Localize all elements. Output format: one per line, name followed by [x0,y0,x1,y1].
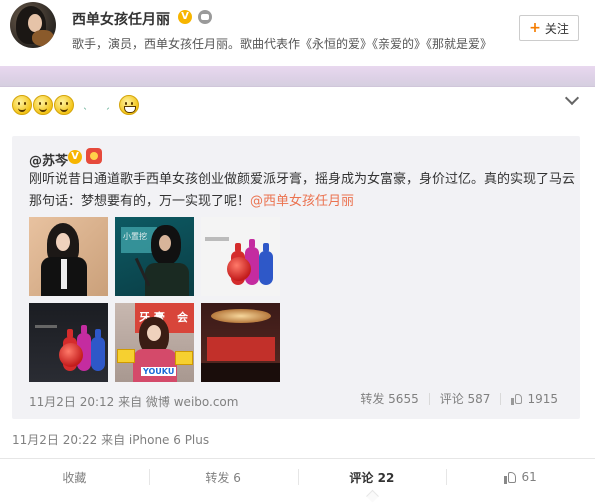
like-label: 61 [521,470,537,484]
verified-icon: V [68,150,82,164]
action-bar: 收藏 转发 6 评论 22 61 [0,458,595,495]
post-emoji-row: ˎ ˏ [12,93,139,117]
small-mark-icon: ˎ [83,99,88,110]
image-thumbnail[interactable] [29,303,108,382]
like-button[interactable]: 61 [446,459,595,495]
thumbnail-logo-text: YOUKU [141,367,177,376]
follow-label: 关注 [544,21,569,36]
repost-username[interactable]: @苏芩 [29,150,68,169]
favorite-label: 收藏 [62,470,87,485]
thumbs-up-icon [504,471,517,484]
medal-icon[interactable] [86,148,102,164]
thumbs-up-icon [511,393,523,405]
follow-button[interactable]: + 关注 [519,15,579,41]
smile-emoji-icon [33,95,53,115]
image-thumbnail[interactable] [201,303,280,382]
repost-timestamp[interactable]: 11月2日 20:12 来自 微博 weibo.com [29,393,238,410]
favorite-button[interactable]: 收藏 [0,459,149,495]
thumbnail-banner-text-2: 会 [177,311,188,324]
avatar-guitar [32,30,54,46]
image-thumbnail[interactable]: 牙 膏 会 YOUKU [115,303,194,382]
plus-icon: + [529,20,541,36]
post-header: 西单女孩任月丽 V 歌手，演员，西单女孩任月丽。歌曲代表作《永恒的爱》《亲爱的》… [0,0,595,66]
comment-count: 评论 587 [439,392,491,406]
repost-button[interactable]: 转发 6 [148,459,298,495]
repost-count-link[interactable]: 转发 5655 [350,393,428,405]
image-thumbnail[interactable] [29,217,108,296]
repost-label: 转发 6 [205,470,241,485]
smile-emoji-icon [54,95,74,115]
image-thumbnail[interactable]: 小置挖 [115,217,194,296]
repost-stats: 转发 5655 评论 587 1915 [350,393,568,405]
repost-card: @苏芩 V 刚听说昔日通道歌手西单女孩创业做颜爱派牙膏，摇身成为女富豪，身价过亿… [12,136,580,419]
post-timestamp[interactable]: 11月2日 20:22 来自 iPhone 6 Plus [12,431,209,448]
repost-text: 刚听说昔日通道歌手西单女孩创业做颜爱派牙膏，摇身成为女富豪，身价过亿。真的实现了… [29,169,584,213]
verified-icon: V [178,10,192,24]
image-thumbnail[interactable] [201,217,280,296]
grin-emoji-icon [119,95,139,115]
avatar[interactable] [10,2,56,48]
comment-label: 评论 22 [349,470,395,485]
header-banner [0,66,595,87]
thumbnail-sign-text: 小置挖 [123,232,147,241]
mention-link[interactable]: @西单女孩任月丽 [250,194,354,209]
small-mark-icon: ˏ [105,99,110,110]
like-count: 1915 [527,392,558,406]
comment-button[interactable]: 评论 22 [297,459,447,495]
repost-count: 转发 5655 [360,392,419,406]
member-icon[interactable] [198,10,212,24]
author-name[interactable]: 西单女孩任月丽 [72,9,170,29]
comment-count-link[interactable]: 评论 587 [428,392,501,406]
author-description: 歌手，演员，西单女孩任月丽。歌曲代表作《永恒的爱》《亲爱的》《那就是爱》 [72,37,493,51]
chevron-down-icon[interactable] [565,92,579,106]
like-count-link[interactable]: 1915 [500,393,568,405]
smile-emoji-icon [12,95,32,115]
